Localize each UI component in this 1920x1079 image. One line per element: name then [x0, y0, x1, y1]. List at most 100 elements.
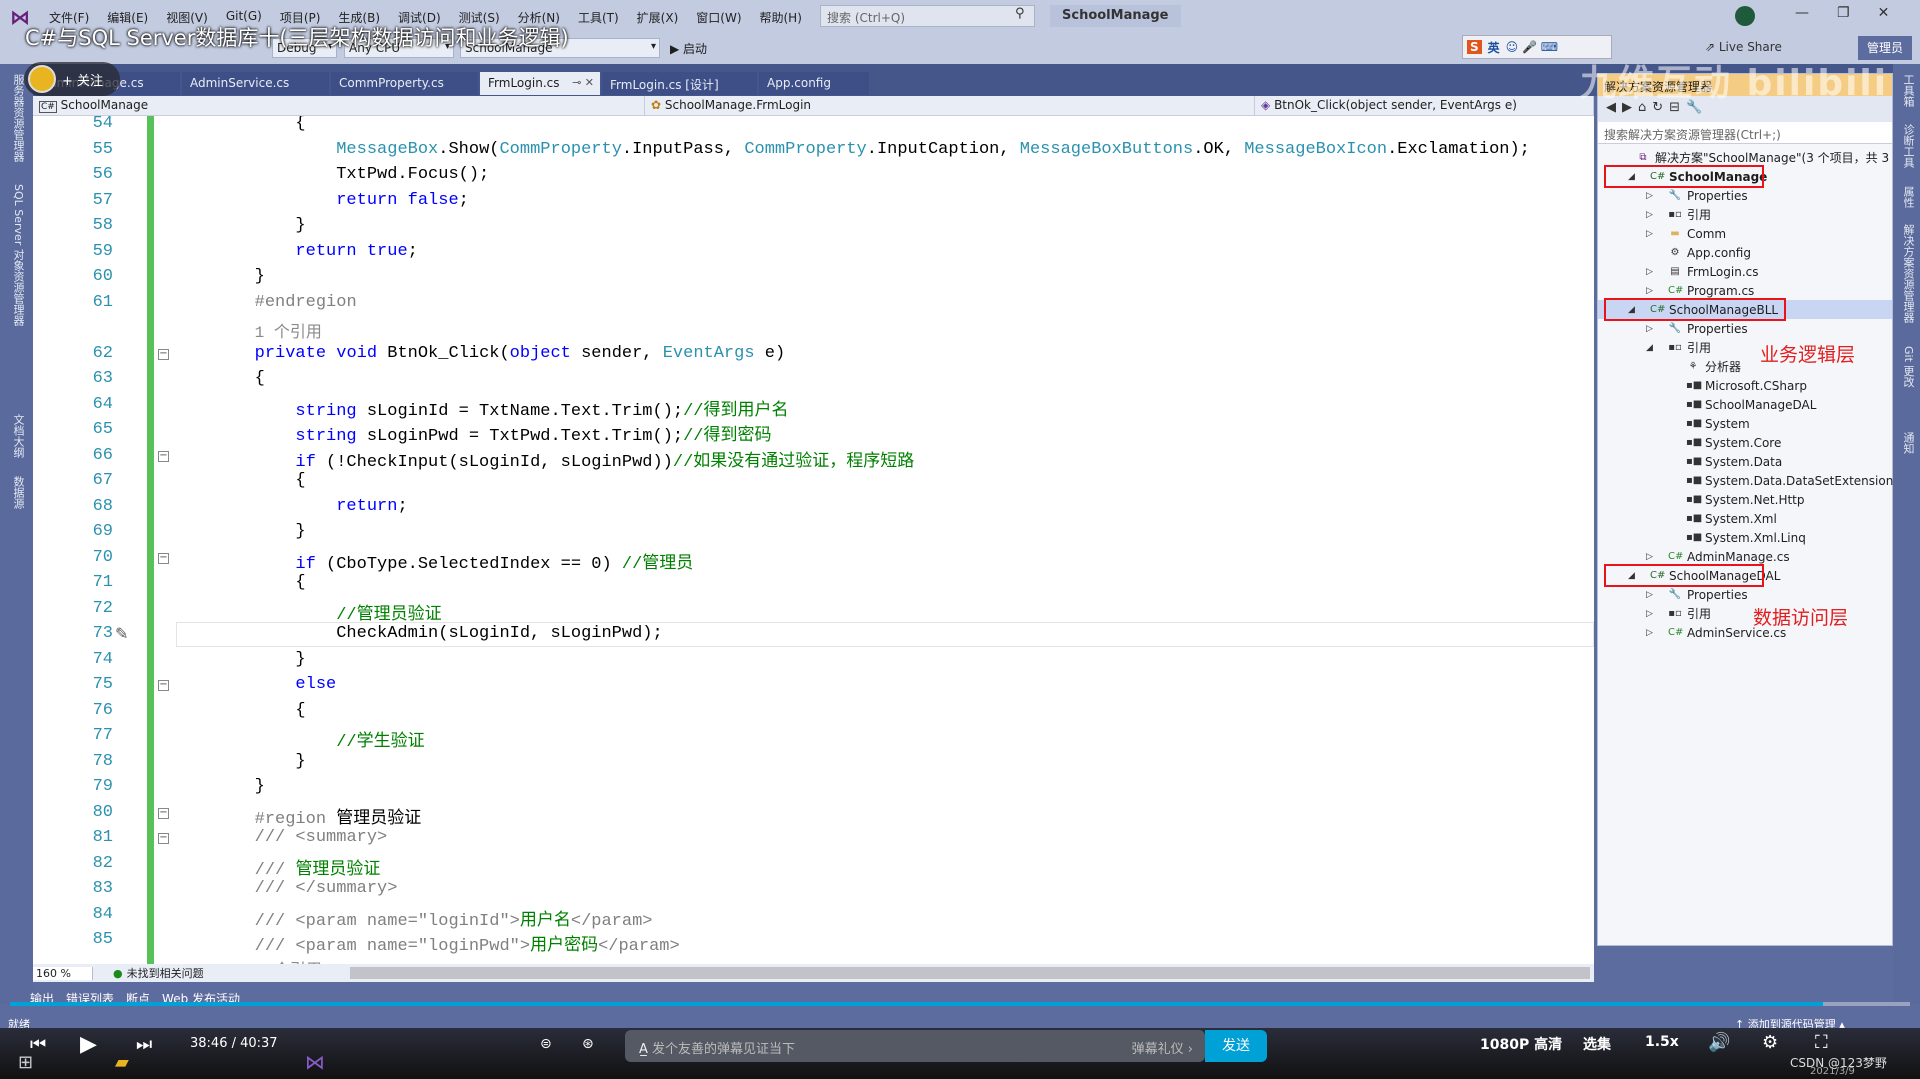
right-strip-tab[interactable]: 属性 — [1900, 186, 1916, 208]
minimize-icon[interactable]: — — [1795, 5, 1809, 21]
right-strip-tab[interactable]: Git 更改 — [1900, 346, 1916, 387]
tab-2[interactable]: CommProperty.cs — [331, 72, 478, 95]
code-line[interactable]: /// <summary> — [173, 828, 388, 847]
close-tab-icon[interactable]: ⊸ ✕ — [572, 76, 594, 89]
horizontal-scrollbar[interactable] — [350, 967, 1590, 979]
tree-item[interactable]: ▪■ System.Xml.Linq — [1686, 528, 1806, 547]
expand-arrow-icon[interactable]: ▷ — [1646, 324, 1653, 334]
code-line[interactable]: //管理员验证 — [173, 599, 441, 625]
tree-item[interactable]: ▪■ Microsoft.CSharp — [1686, 376, 1807, 395]
ime-mode[interactable]: 英 — [1488, 39, 1500, 56]
visual-studio-taskbar-icon[interactable]: ⋈ — [305, 1050, 325, 1074]
code-line[interactable]: /// </summary> — [173, 879, 398, 898]
code-line[interactable]: 1 个引用 — [173, 318, 322, 343]
left-strip-tab[interactable]: SQL Server 对象资源管理器 — [10, 184, 26, 326]
zoom-level[interactable]: 160 % — [33, 966, 93, 980]
episodes-button[interactable]: 选集 — [1583, 1034, 1611, 1054]
expand-arrow-icon[interactable]: ▷ — [1646, 286, 1653, 296]
tree-item[interactable]: ⚘ 分析器 — [1686, 357, 1742, 376]
send-danmaku-button[interactable]: 发送 — [1205, 1030, 1267, 1062]
fold-toggle-icon[interactable]: − — [158, 833, 169, 844]
code-line[interactable]: /// <param name="loginId">用户名</param> — [173, 905, 653, 931]
expand-arrow-icon[interactable]: ▷ — [1646, 191, 1653, 201]
start-button[interactable]: ▶ 启动 — [670, 40, 707, 57]
expand-arrow-icon[interactable]: ◢ — [1646, 343, 1653, 353]
code-line[interactable]: return; — [173, 497, 407, 516]
project-dropdown[interactable]: C# SchoolManage — [33, 96, 645, 116]
windows-start-icon[interactable]: ⊞ — [18, 1052, 33, 1073]
left-strip-tab[interactable]: 文档大纲 — [10, 414, 26, 458]
left-strip-tab[interactable]: 数据源 — [10, 476, 26, 509]
tab-4[interactable]: FrmLogin.cs [设计] — [602, 72, 757, 95]
fullscreen-icon[interactable]: ⛶ — [1815, 1032, 1828, 1053]
danmaku-input[interactable]: A̲ 发个友善的弹幕见证当下 弹幕礼仪 › — [625, 1030, 1205, 1062]
follow-button[interactable]: + 关注 — [24, 62, 120, 96]
tree-item[interactable]: ◢ ▪▫ 引用 — [1646, 338, 1711, 357]
code-line[interactable]: /// <param name="loginPwd">用户密码</param> — [173, 930, 680, 956]
expand-arrow-icon[interactable]: ▷ — [1646, 552, 1653, 562]
tree-item[interactable]: ▪■ System.Data — [1686, 452, 1782, 471]
code-line[interactable]: return false; — [173, 191, 469, 210]
close-icon[interactable]: ✕ — [1878, 5, 1890, 21]
settings-gear-icon[interactable]: ⚙ — [1762, 1032, 1778, 1053]
tree-item[interactable]: ⚙ App.config — [1668, 243, 1751, 262]
code-line[interactable]: string sLoginId = TxtName.Text.Trim();//… — [173, 395, 788, 421]
code-line[interactable]: { — [173, 701, 305, 720]
code-line[interactable]: if (CboType.SelectedIndex == 0) //管理员 — [173, 548, 693, 574]
member-dropdown[interactable]: ◈ BtnOk_Click(object sender, EventArgs e… — [1255, 96, 1594, 116]
menu-item[interactable]: 窗口(W) — [687, 9, 750, 26]
right-strip-tab[interactable]: 工具箱 — [1900, 74, 1916, 107]
expand-arrow-icon[interactable]: ▷ — [1646, 590, 1653, 600]
speed-selector[interactable]: 1.5x — [1645, 1034, 1679, 1050]
code-line[interactable]: { — [173, 573, 305, 592]
menu-item[interactable]: 扩展(X) — [628, 9, 688, 26]
restore-icon[interactable]: ❐ — [1837, 5, 1850, 21]
next-icon[interactable]: ⏭ — [136, 1034, 152, 1055]
solution-search-input[interactable]: 搜索解决方案资源管理器(Ctrl+;) — [1598, 122, 1892, 144]
tree-item[interactable]: ▷ ▪▫ 引用 — [1646, 604, 1711, 623]
code-line[interactable]: if (!CheckInput(sLoginId, sLoginPwd))//如… — [173, 446, 914, 472]
tab-1[interactable]: AdminService.cs — [182, 72, 329, 95]
tree-item[interactable]: ▪■ System.Core — [1686, 433, 1781, 452]
tree-item[interactable]: ▷ ▪▫ 引用 — [1646, 205, 1711, 224]
quality-selector[interactable]: 1080P 高清 — [1480, 1034, 1562, 1054]
code-line[interactable]: } — [173, 752, 305, 771]
code-line[interactable]: return true; — [173, 242, 417, 261]
code-line[interactable]: } — [173, 777, 265, 796]
expand-arrow-icon[interactable]: ▷ — [1646, 229, 1653, 239]
right-strip-tab[interactable]: 通知 — [1900, 432, 1916, 454]
code-line[interactable]: CheckAdmin(sLoginId, sLoginPwd); — [173, 624, 662, 643]
code-line[interactable]: #endregion — [173, 293, 357, 312]
code-line[interactable]: /// 管理员验证 — [173, 854, 381, 880]
fold-toggle-icon[interactable]: − — [158, 552, 169, 564]
tree-item[interactable]: ▪■ System.Data.DataSetExtensions — [1686, 471, 1900, 490]
tree-item[interactable]: ▪■ System.Net.Http — [1686, 490, 1805, 509]
tree-item[interactable]: ▪■ System — [1686, 414, 1750, 433]
right-strip-tab[interactable]: 诊断工具 — [1900, 124, 1916, 168]
expand-arrow-icon[interactable]: ▷ — [1646, 609, 1653, 619]
danmaku-settings-icon[interactable]: ⊛ — [582, 1036, 594, 1052]
expand-arrow-icon[interactable]: ▷ — [1646, 267, 1653, 277]
code-line[interactable]: 1 个引用 — [173, 956, 322, 965]
code-line[interactable]: else — [173, 675, 336, 694]
code-line[interactable]: { — [173, 471, 305, 490]
volume-icon[interactable]: 🔊 — [1708, 1032, 1730, 1053]
code-line[interactable]: } — [173, 650, 305, 669]
menu-item[interactable]: 帮助(H) — [751, 9, 811, 26]
code-line[interactable]: #region 管理员验证 — [173, 803, 422, 829]
code-line[interactable]: //学生验证 — [173, 726, 424, 752]
fold-toggle-icon[interactable]: − — [158, 680, 169, 691]
code-line[interactable]: MessageBox.Show(CommProperty.InputPass, … — [173, 140, 1530, 159]
tree-item[interactable]: ▷ 🔧 Properties — [1646, 186, 1748, 205]
search-input[interactable]: 搜索 (Ctrl+Q) — [820, 5, 1035, 27]
fold-toggle-icon[interactable]: − — [158, 807, 169, 819]
left-strip-tab[interactable]: 服务器资源管理器 — [10, 74, 26, 162]
tree-item[interactable]: ▷ 🔧 Properties — [1646, 585, 1748, 604]
code-line[interactable]: } — [173, 267, 265, 286]
video-progress-bar[interactable] — [10, 1002, 1910, 1006]
user-avatar[interactable] — [1735, 6, 1755, 26]
danmaku-toggle-icon[interactable]: ⊜ — [540, 1036, 552, 1052]
code-line[interactable]: } — [173, 216, 305, 235]
tree-item[interactable]: ▪■ System.Xml — [1686, 509, 1777, 528]
code-line[interactable]: string sLoginPwd = TxtPwd.Text.Trim();//… — [173, 420, 771, 446]
